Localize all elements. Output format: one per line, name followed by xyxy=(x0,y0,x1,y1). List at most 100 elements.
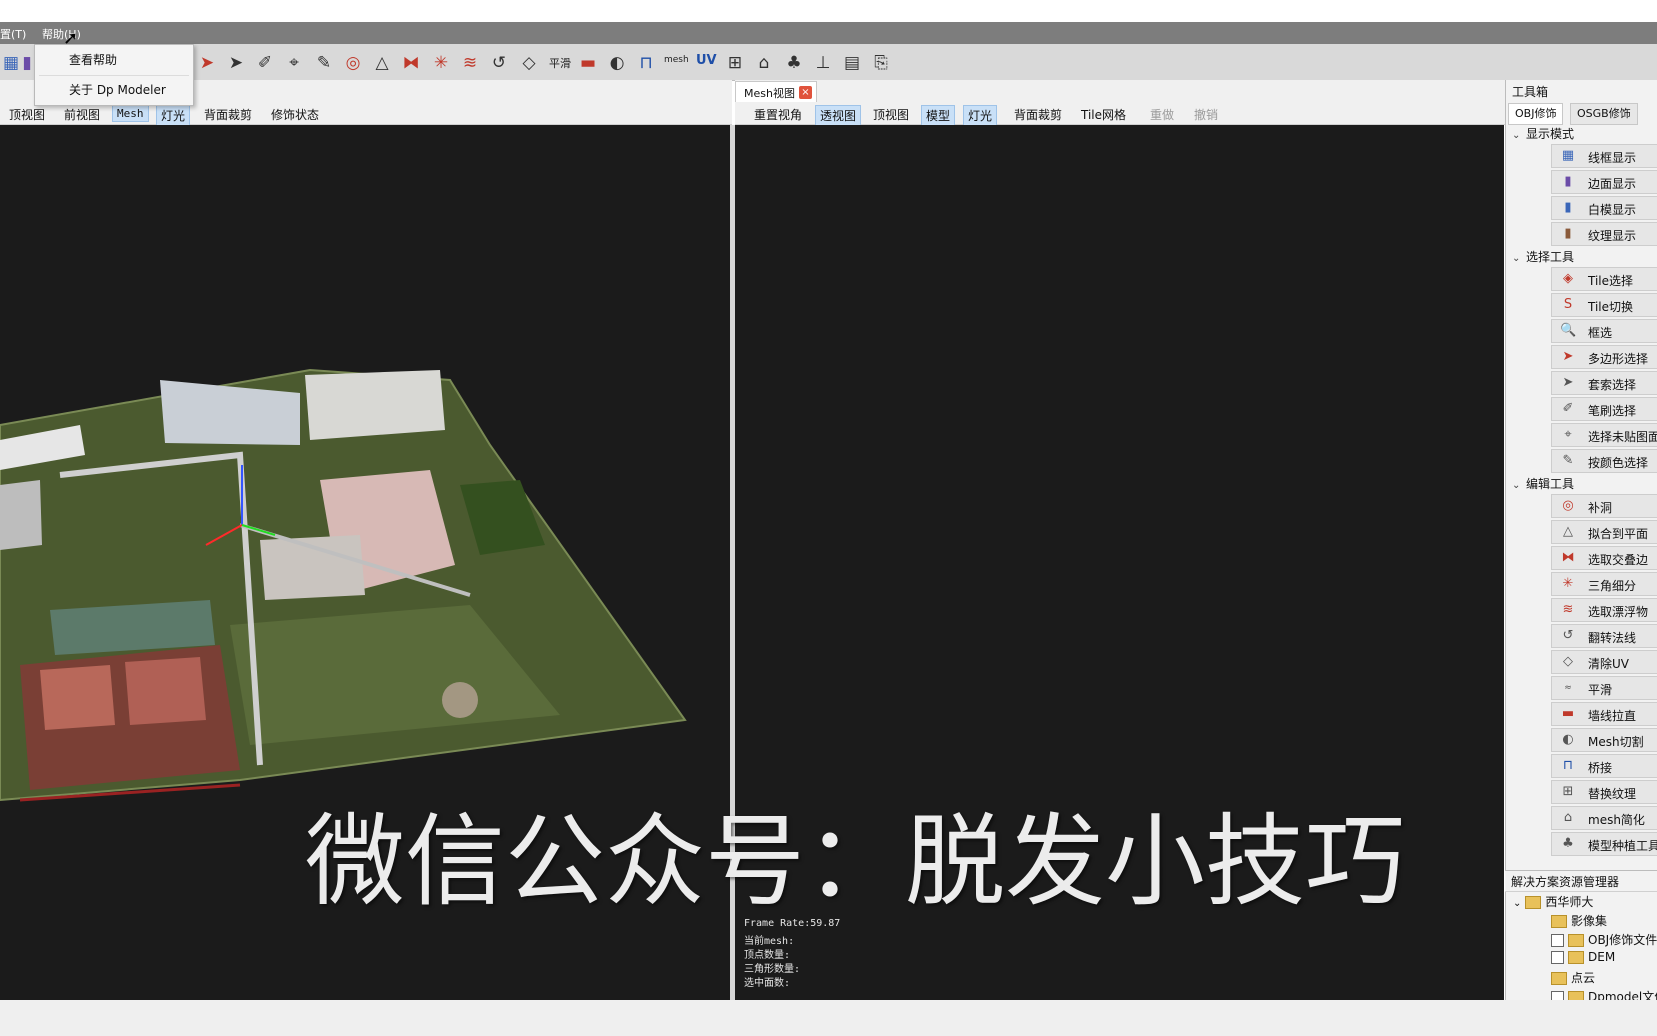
replace-texture-icon[interactable]: ⊞ xyxy=(724,52,746,74)
document-icon[interactable]: ▤ xyxy=(841,52,863,74)
tab-backface-cull[interactable]: 背面裁剪 xyxy=(1010,105,1066,124)
smooth-icon: ≈ xyxy=(1564,683,1572,693)
tab-top-view[interactable]: 顶视图 xyxy=(869,105,913,124)
flip-normal-icon: ↺ xyxy=(1562,628,1574,643)
tab-mesh[interactable]: Mesh xyxy=(112,105,149,122)
tab-light[interactable]: 灯光 xyxy=(156,105,191,126)
hierarchy-icon[interactable]: ⊥ xyxy=(812,52,834,74)
tool-polygon-select[interactable]: ➤ 多边形选择 xyxy=(1551,345,1657,369)
uv-button[interactable]: UV xyxy=(696,53,717,68)
replace-texture-icon: ⊞ xyxy=(1562,784,1574,799)
menu-settings[interactable]: 置(T) xyxy=(0,26,26,42)
floating-select-icon[interactable]: ≋ xyxy=(459,52,481,74)
tree-root[interactable]: ⌄ 西华师大 xyxy=(1513,893,1593,910)
tool-smooth[interactable]: ≈ 平滑 xyxy=(1551,676,1657,700)
tool-untextured-select[interactable]: ⌖ 选择未贴图面 xyxy=(1551,423,1657,447)
flip-normal-icon[interactable]: ↺ xyxy=(488,52,510,74)
tool-clear-uv[interactable]: ◇ 清除UV xyxy=(1551,650,1657,674)
tool-floating-select[interactable]: ≋ 选取漂浮物 xyxy=(1551,598,1657,622)
wall-straighten-icon[interactable]: ▬ xyxy=(577,52,599,74)
tab-front-view[interactable]: 前视图 xyxy=(60,105,104,124)
tool-color-select[interactable]: ✎ 按颜色选择 xyxy=(1551,449,1657,473)
arrow-select-icon[interactable]: ➤ xyxy=(225,52,247,74)
tool-replace-texture[interactable]: ⊞ 替换纹理 xyxy=(1551,780,1657,804)
redo-button[interactable]: 重做 xyxy=(1146,105,1178,124)
plane-fit-icon[interactable]: △ xyxy=(371,52,393,74)
tab-edit-state[interactable]: 修饰状态 xyxy=(267,105,323,124)
checkbox[interactable] xyxy=(1551,951,1564,964)
tab-obj-edit[interactable]: OBJ修饰 xyxy=(1508,103,1564,125)
close-icon[interactable]: × xyxy=(799,86,812,99)
tool-lasso-select[interactable]: ➤ 套索选择 xyxy=(1551,371,1657,395)
tree-item-imagery[interactable]: 影像集 xyxy=(1551,912,1607,929)
untextured-select-icon: ⌖ xyxy=(1564,427,1572,442)
clear-uv-icon[interactable]: ◇ xyxy=(518,52,540,74)
tab-osgb-edit[interactable]: OSGB修饰 xyxy=(1570,103,1638,125)
wireframe-icon: ▦ xyxy=(1561,148,1575,163)
building-icon[interactable]: ⌂ xyxy=(753,52,775,74)
tool-box-select[interactable]: 🔍 框选 xyxy=(1551,319,1657,343)
solution-explorer-title: 解决方案资源管理器 xyxy=(1511,875,1620,889)
tool-white-model[interactable]: ▮ 白模显示 xyxy=(1551,196,1657,220)
file-icon xyxy=(1568,934,1584,947)
toolbox-title: 工具箱 xyxy=(1512,85,1549,99)
mesh-cut-icon[interactable]: ◐ xyxy=(606,52,628,74)
tree-plant-icon[interactable]: ♣ xyxy=(783,52,805,74)
tool-overlap-edge[interactable]: ⧓ 选取交叠边 xyxy=(1551,546,1657,570)
group-select-tools[interactable]: ⌄ 选择工具 xyxy=(1512,248,1574,265)
export-icon[interactable]: ⎘ xyxy=(870,52,892,74)
folder-icon xyxy=(1525,896,1542,909)
checkbox[interactable] xyxy=(1551,934,1564,947)
current-mesh-readout: 当前mesh: xyxy=(744,936,795,947)
undo-button[interactable]: 撤销 xyxy=(1190,105,1222,124)
tool-bridge[interactable]: ⊓ 桥接 xyxy=(1551,754,1657,778)
tool-fill-hole[interactable]: ◎ 补洞 xyxy=(1551,494,1657,518)
tool-model-plant[interactable]: ♣ 模型种植工具 xyxy=(1551,832,1657,856)
tree-item-obj[interactable]: OBJ修饰文件 xyxy=(1551,931,1657,948)
mesh-simplify-button[interactable]: mesh xyxy=(664,55,689,65)
select-pointer-icon[interactable]: ➤ xyxy=(196,52,218,74)
about-item[interactable]: 关于 Dp Modeler xyxy=(69,81,166,98)
tab-model[interactable]: 模型 xyxy=(921,105,956,126)
view-help-item[interactable]: 查看帮助 xyxy=(69,51,117,68)
subdivide-icon: ✳ xyxy=(1562,576,1574,591)
building-icon: ⌂ xyxy=(1563,810,1573,825)
tool-flip-normal[interactable]: ↺ 翻转法线 xyxy=(1551,624,1657,648)
overlap-edge-icon[interactable]: ⧓ xyxy=(400,52,422,74)
bridge-icon[interactable]: ⊓ xyxy=(635,52,657,74)
tool-wall-straighten[interactable]: ▬ 墙线拉直 xyxy=(1551,702,1657,726)
folder-icon xyxy=(1551,972,1567,985)
tab-reset-view[interactable]: 重置视角 xyxy=(750,105,806,124)
menu-divider xyxy=(39,75,189,76)
subdivide-icon[interactable]: ✳ xyxy=(430,52,452,74)
group-edit-tools[interactable]: ⌄ 编辑工具 xyxy=(1512,475,1574,492)
overlap-edge-icon: ⧓ xyxy=(1561,550,1575,565)
tab-tile-grid[interactable]: Tile网格 xyxy=(1077,105,1130,124)
tab-perspective[interactable]: 透视图 xyxy=(815,105,862,126)
untextured-select-icon[interactable]: ⌖ xyxy=(283,52,305,74)
mesh-view-tab[interactable]: Mesh视图 × xyxy=(735,81,817,103)
tool-tile-switch[interactable]: S Tile切换 xyxy=(1551,293,1657,317)
tool-edge-face[interactable]: ▮ 边面显示 xyxy=(1551,170,1657,194)
eyedropper-icon[interactable]: ✎ xyxy=(313,52,335,74)
tile-switch-icon: S xyxy=(1563,297,1573,312)
tool-wireframe[interactable]: ▦ 线框显示 xyxy=(1551,144,1657,168)
tool-fit-plane[interactable]: △ 拟合到平面 xyxy=(1551,520,1657,544)
tree-item-pointcloud[interactable]: 点云 xyxy=(1551,969,1595,986)
brush-icon[interactable]: ✐ xyxy=(254,52,276,74)
tool-tile-select[interactable]: ◈ Tile选择 xyxy=(1551,267,1657,291)
tool-mesh-simplify[interactable]: ⌂ mesh简化 xyxy=(1551,806,1657,830)
smooth-button[interactable]: 平滑 xyxy=(549,55,571,71)
tab-light[interactable]: 灯光 xyxy=(963,105,998,126)
mesh-cut-icon: ◐ xyxy=(1562,732,1574,747)
tab-top-view[interactable]: 顶视图 xyxy=(5,105,49,124)
tool-brush-select[interactable]: ✐ 笔刷选择 xyxy=(1551,397,1657,421)
tool-subdivide[interactable]: ✳ 三角细分 xyxy=(1551,572,1657,596)
tool-mesh-cut[interactable]: ◐ Mesh切割 xyxy=(1551,728,1657,752)
fill-hole-icon[interactable]: ◎ xyxy=(342,52,364,74)
tab-backface-cull[interactable]: 背面裁剪 xyxy=(200,105,256,124)
group-display-mode[interactable]: ⌄ 显示模式 xyxy=(1512,125,1574,142)
plane-fit-icon: △ xyxy=(1563,524,1573,539)
tool-texture[interactable]: ▮ 纹理显示 xyxy=(1551,222,1657,246)
tree-item-dem[interactable]: DEM xyxy=(1551,950,1615,964)
